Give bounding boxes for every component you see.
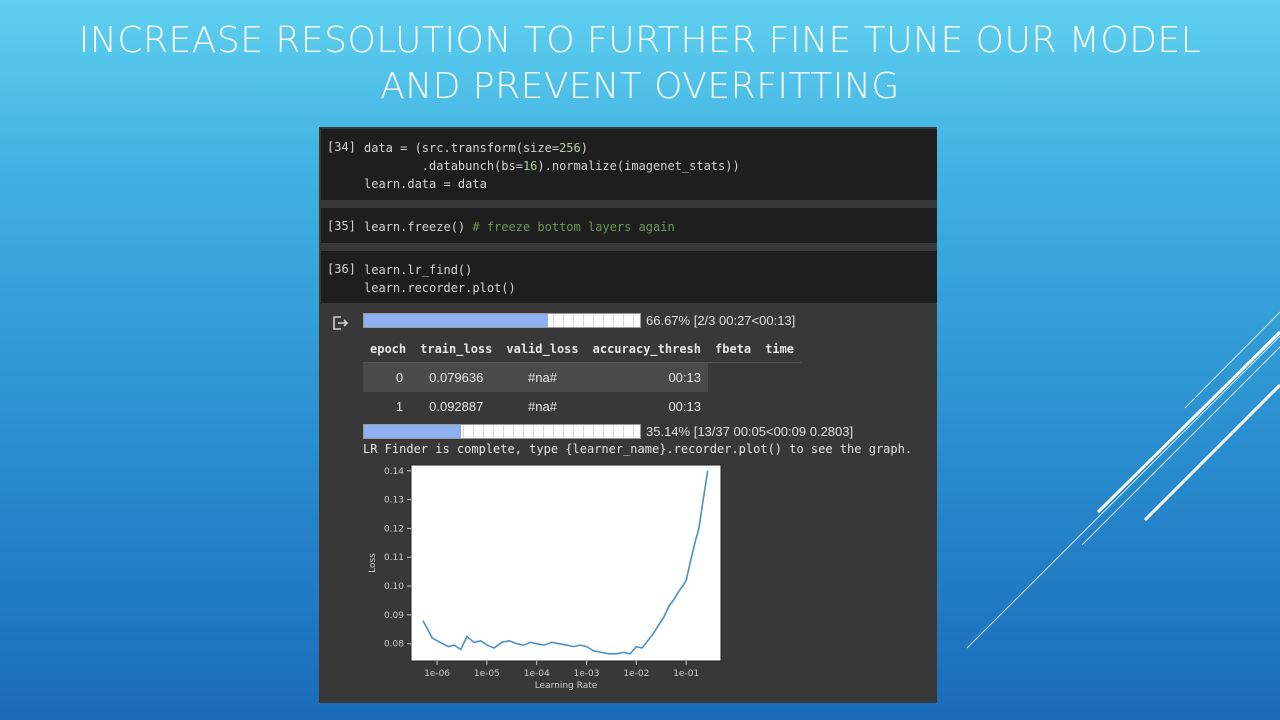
column-header: train_loss [413, 336, 500, 363]
slide-title-line-1: INCREASE RESOLUTION TO FURTHER FINE TUNE… [78, 20, 1202, 61]
notebook-screenshot: [34] data = (src.transform(size=256) .da… [319, 127, 937, 703]
progress-text-batches: 35.14% [13/37 00:05<00:09 0.2803] [646, 424, 854, 439]
slide-title-line-2: AND PREVENT OVERFITTING [380, 66, 900, 107]
table-cell: 0 [363, 362, 414, 392]
column-header: fbeta [708, 336, 759, 363]
progress-fill [364, 425, 461, 438]
cell-prompt: [34] [327, 140, 356, 154]
progress-fill [364, 314, 548, 327]
table-cell [758, 392, 801, 421]
x-tick-label: 1e-06 [424, 669, 450, 679]
code-line: learn.lr_find() [364, 263, 473, 277]
table-cell: 1 [395, 399, 404, 414]
table-cell [708, 392, 758, 421]
code-line: learn.recorder.plot() [364, 281, 516, 295]
progress-bar-batches [363, 424, 641, 439]
code-line: .databunch(bs=16).normalize(imagenet_sta… [364, 159, 740, 173]
y-axis-label: Loss [368, 553, 378, 573]
x-tick-label: 1e-04 [524, 669, 550, 679]
code-line: learn.data = data [364, 177, 487, 191]
table-cell: 0.079636 [413, 362, 500, 392]
cell-code[interactable]: data = (src.transform(size=256) .databun… [364, 139, 740, 193]
training-table: epoch train_loss valid_loss accuracy_thr… [363, 336, 802, 421]
y-tick-label: 0.10 [384, 582, 404, 592]
table-cell: #na# [499, 362, 586, 392]
cell-prompt: [35] [327, 219, 356, 233]
table-cell: #na# [528, 399, 557, 414]
x-tick-label: 1e-01 [673, 669, 699, 679]
table-row: 0 0.079636 #na# 00:13 [363, 362, 801, 393]
table-cell [758, 363, 801, 393]
x-axis-label: Learning Rate [535, 681, 598, 691]
code-line: data = (src.transform(size=256) [364, 141, 588, 155]
code-cell-36[interactable]: [36] learn.lr_find() learn.recorder.plot(… [321, 251, 937, 303]
code-line: learn.freeze() # freeze bottom layers ag… [364, 220, 675, 234]
column-header: time [758, 336, 802, 363]
y-tick-label: 0.11 [384, 553, 404, 563]
column-header: accuracy_thresh [585, 336, 708, 363]
table-cell: 00:13 [585, 362, 708, 392]
table-row: 1 0.092887 #na# 00:13 [363, 392, 801, 421]
x-tick-label: 1e-03 [574, 669, 600, 679]
y-tick-label: 0.12 [384, 524, 404, 534]
progress-bar-epochs [363, 313, 641, 328]
table-cell: 00:13 [668, 399, 701, 414]
lr-finder-message: LR Finder is complete, type {learner_nam… [363, 442, 913, 456]
x-tick-label: 1e-02 [623, 669, 649, 679]
column-header: epoch [363, 336, 414, 363]
lr-finder-plot: 0.08 0.09 0.10 0.11 0.12 0.13 0.14 1e-06 1e-05 1e… [368, 464, 722, 691]
cell-code[interactable]: learn.lr_find() learn.recorder.plot() [364, 261, 516, 297]
output-toggle-icon[interactable] [333, 316, 349, 330]
cell-prompt: [36] [327, 262, 356, 276]
code-cell-35[interactable]: [35] learn.freeze() # freeze bottom laye… [321, 208, 937, 243]
y-tick-label: 0.08 [384, 640, 404, 650]
slide-title: INCREASE RESOLUTION TO FURTHER FINE TUNE… [0, 18, 1280, 110]
plot-area [410, 464, 722, 662]
cell-code[interactable]: learn.freeze() # freeze bottom layers ag… [364, 218, 675, 236]
column-header: valid_loss [499, 336, 586, 363]
y-tick-label: 0.09 [384, 611, 404, 621]
table-cell: 0.092887 [429, 399, 484, 414]
code-cell-34[interactable]: [34] data = (src.transform(size=256) .da… [321, 129, 937, 200]
y-tick-label: 0.14 [384, 467, 404, 477]
y-tick-label: 0.13 [384, 496, 404, 506]
progress-text-epochs: 66.67% [2/3 00:27<00:13] [646, 313, 796, 328]
x-tick-label: 1e-05 [474, 669, 500, 679]
table-cell [708, 363, 758, 393]
